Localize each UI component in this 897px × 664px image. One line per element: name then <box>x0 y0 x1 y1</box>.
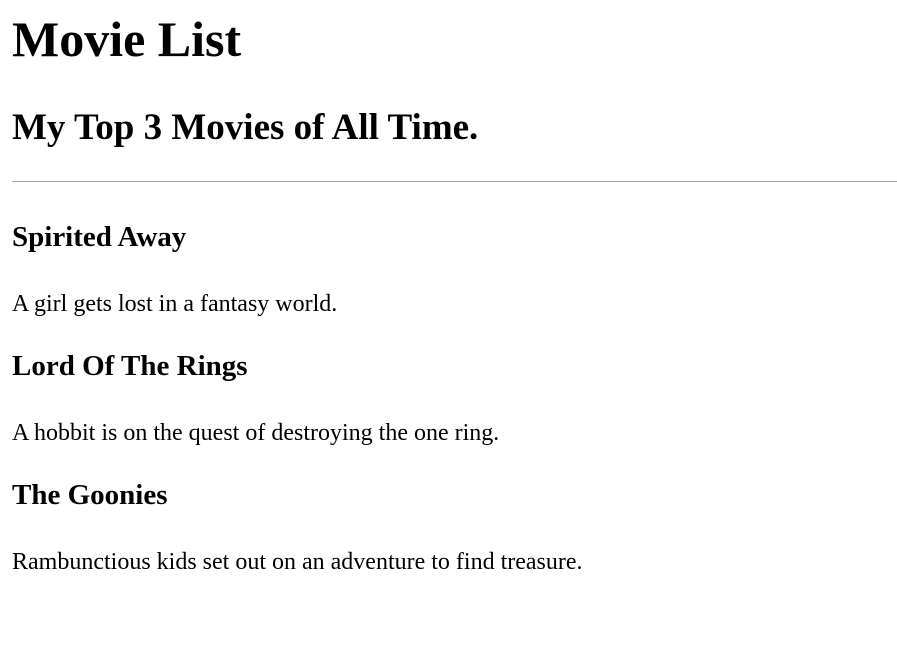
page-subtitle: My Top 3 Movies of All Time. <box>12 107 479 148</box>
page-title: Movie List <box>12 11 242 67</box>
movie-title: The Goonies <box>12 479 168 511</box>
movie-description: Rambunctious kids set out on an adventur… <box>12 549 583 575</box>
movie-description: A hobbit is on the quest of destroying t… <box>12 420 500 446</box>
movie-title: Lord Of The Rings <box>12 350 248 382</box>
movie-title: Spirited Away <box>12 221 187 253</box>
movie-description: A girl gets lost in a fantasy world. <box>12 291 338 317</box>
divider <box>12 181 897 182</box>
